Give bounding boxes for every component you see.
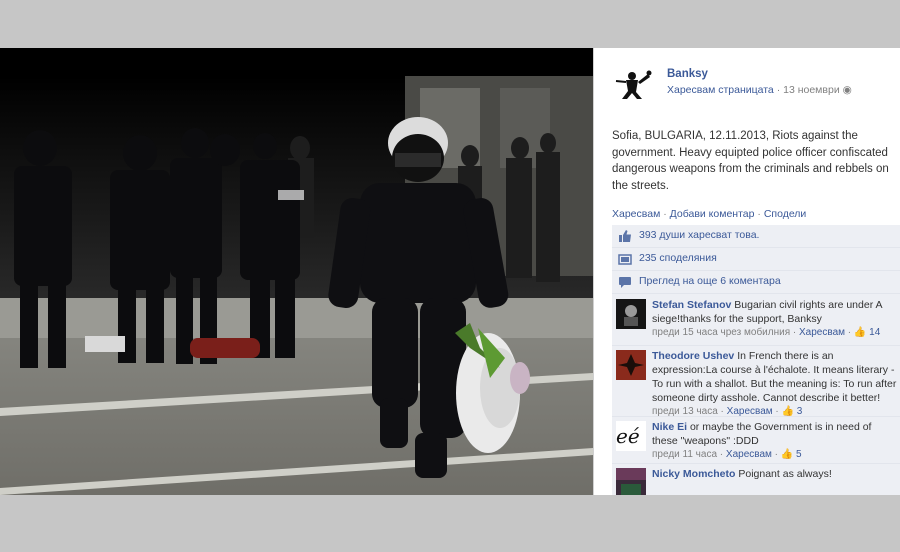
comment-time[interactable]: преди 13 часа	[652, 406, 718, 417]
add-comment-button[interactable]: Добави коментар	[670, 208, 755, 220]
share-button[interactable]: Сподели	[764, 208, 807, 220]
comment-body: Nike Ei or maybe the Government is in ne…	[652, 420, 897, 462]
comment-like-count[interactable]: 5	[796, 449, 802, 460]
comment-author[interactable]: Stefan Stefanov	[652, 299, 731, 311]
shares-count[interactable]: 235 споделяния	[639, 252, 717, 264]
post-meta: Харесвам страницата · 13 ноември ◉	[667, 84, 852, 96]
shares-count-row[interactable]: 235 споделяния	[612, 248, 900, 271]
avatar[interactable]: eé	[616, 421, 646, 451]
comment-body: Nicky Momcheto Poignant as always!	[652, 467, 897, 481]
comment-author[interactable]: Theodore Ushev	[652, 350, 734, 362]
avatar[interactable]	[616, 299, 646, 329]
comment-author[interactable]: Nike Ei	[652, 421, 687, 433]
comment-like-button[interactable]: Харесвам	[726, 449, 772, 460]
avatar[interactable]	[616, 350, 646, 380]
comment-bubble-icon	[619, 277, 631, 288]
comment-author[interactable]: Nicky Momcheto	[652, 468, 735, 480]
thumbs-up-icon: 👍	[780, 449, 794, 460]
riot-police-photo	[0, 48, 593, 495]
post-actions: Харесвам · Добави коментар · Сподели	[612, 208, 806, 220]
thumbs-up-icon	[619, 230, 631, 242]
comment-text: Poignant as always!	[738, 468, 832, 480]
comment-item: Nicky Momcheto Poignant as always!	[612, 464, 900, 495]
comment-meta: преди 15 часа чрез мобилния · Харесвам ·…	[652, 327, 881, 338]
thumbs-up-icon: 👍	[781, 406, 794, 417]
view-more-comments[interactable]: Преглед на още 6 коментара	[639, 275, 781, 287]
comment-like-button[interactable]: Харесвам	[727, 406, 773, 417]
comment-like-count[interactable]: 14	[869, 327, 880, 338]
screenshot-frame: Banksy Харесвам страницата · 13 ноември …	[0, 48, 900, 495]
comment-time[interactable]: преди 11 часа	[652, 449, 717, 460]
post-photo[interactable]	[0, 48, 593, 495]
globe-icon: ◉	[842, 84, 852, 96]
page-name-link[interactable]: Banksy	[667, 68, 708, 80]
like-page-link[interactable]: Харесвам страницата	[667, 84, 774, 96]
post-text: Sofia, BULGARIA, 12.11.2013, Riots again…	[612, 130, 889, 192]
like-button[interactable]: Харесвам	[612, 208, 660, 220]
comment-body: Theodore Ushev In French there is an exp…	[652, 349, 897, 419]
banksy-flower-thrower-icon[interactable]	[612, 68, 652, 100]
comment-body: Stefan Stefanov Bugarian civil rights ar…	[652, 298, 897, 340]
share-icon	[618, 254, 632, 265]
feedback-box: 393 души харесват това. 235 споделяния П…	[612, 225, 900, 495]
post-date[interactable]: 13 ноември	[783, 84, 840, 96]
avatar[interactable]	[616, 468, 646, 495]
likes-count[interactable]: 393 души харесват това.	[639, 229, 759, 241]
comment-item: Stefan Stefanov Bugarian civil rights ar…	[612, 295, 900, 346]
comment-like-button[interactable]: Харесвам	[799, 327, 845, 338]
comment-like-count[interactable]: 3	[797, 406, 803, 417]
thumbs-up-icon: 👍	[853, 327, 867, 338]
comment-item: eé Nike Ei or maybe the Government is in…	[612, 417, 900, 464]
comment-item: Theodore Ushev In French there is an exp…	[612, 346, 900, 417]
view-more-comments-row[interactable]: Преглед на още 6 коментара	[612, 271, 900, 294]
facebook-post-panel: Banksy Харесвам страницата · 13 ноември …	[593, 48, 900, 495]
comment-time[interactable]: преди 15 часа чрез мобилния	[652, 327, 790, 338]
likes-count-row[interactable]: 393 души харесват това.	[612, 225, 900, 248]
comment-meta: преди 11 часа · Харесвам · 👍 5	[652, 449, 802, 460]
